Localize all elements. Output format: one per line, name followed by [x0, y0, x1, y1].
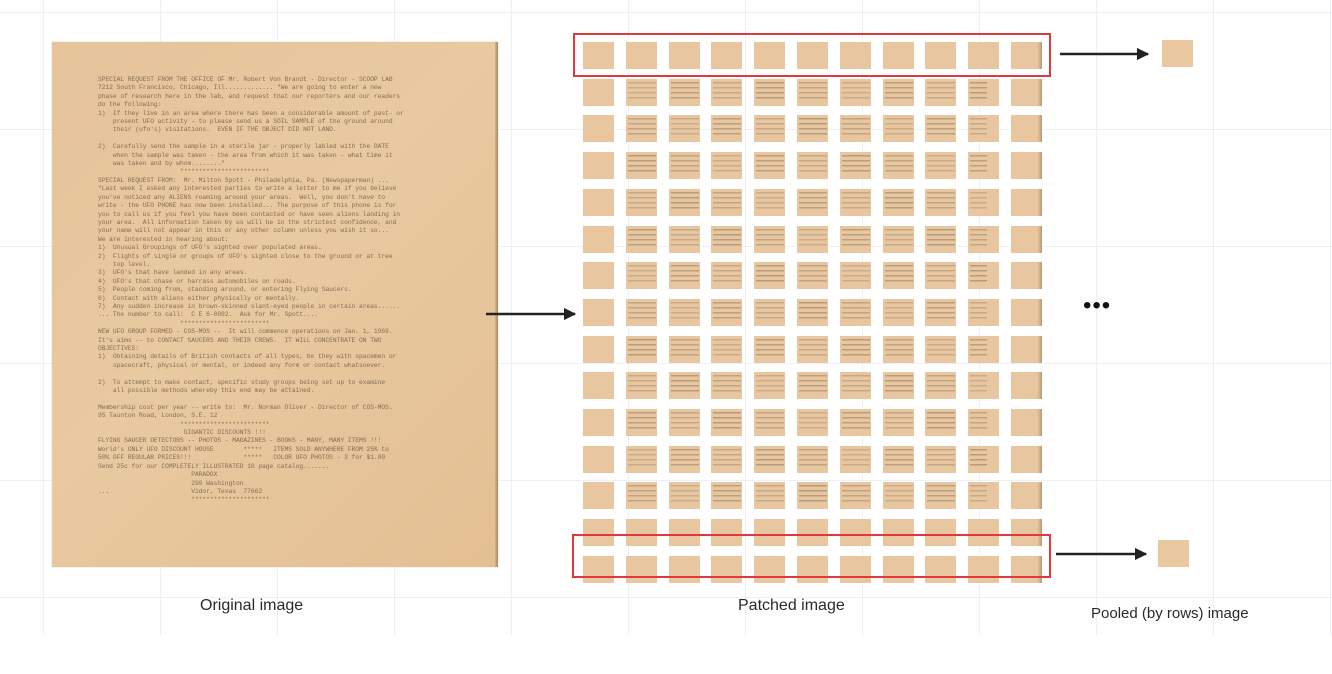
ellipsis-icon: •••: [1083, 292, 1112, 319]
caption-original-image: Original image: [200, 597, 304, 614]
pooled-patch-bottom: [1158, 540, 1189, 567]
caption-pooled-image: Pooled (by rows) image: [1091, 605, 1249, 622]
caption-patched-image: Patched image: [738, 597, 845, 614]
arrows-layer: [486, 47, 1150, 561]
pooled-patch-top: [1162, 40, 1193, 67]
